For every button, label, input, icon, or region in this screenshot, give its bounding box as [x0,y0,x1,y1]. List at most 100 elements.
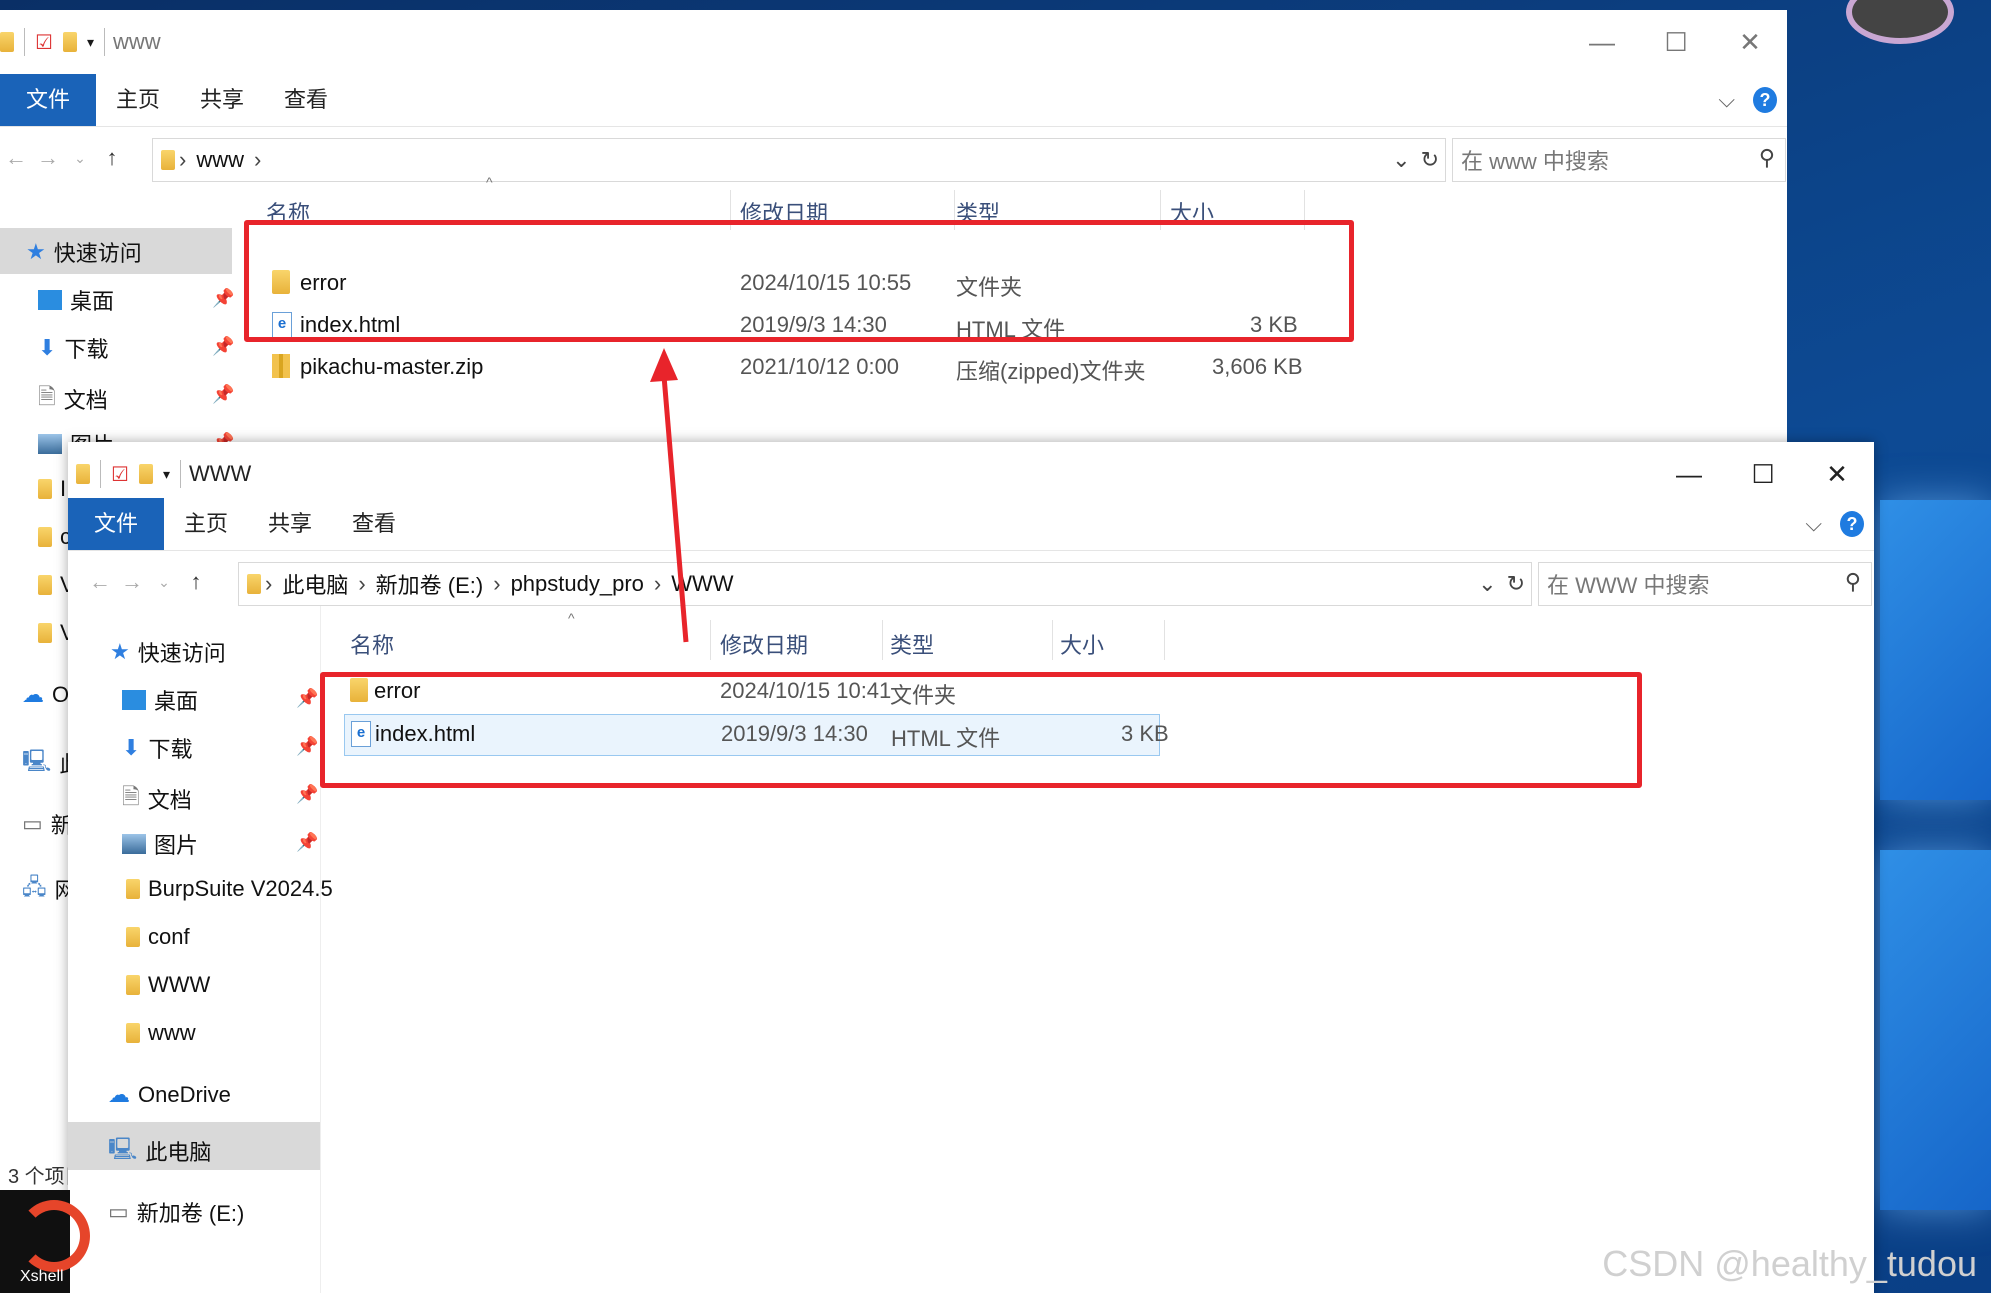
tab-view[interactable]: 查看 [264,74,348,126]
close-button[interactable]: ✕ [1800,442,1874,506]
help-icon[interactable]: ? [1840,511,1864,537]
pin-icon[interactable]: 📌 [212,336,234,357]
sidebar-label: 新加卷 (E:) [136,1201,245,1226]
expand-ribbon-icon[interactable]: ⌵ [1718,87,1735,113]
breadcrumb-item[interactable]: www [196,147,244,173]
sidebar-item-onedrive[interactable]: ☁ O [22,682,69,708]
breadcrumb-item[interactable]: 新加卷 (E:) [376,568,484,600]
customize-toolbar-icon[interactable]: ▾ [163,466,170,483]
address-dropdown-icon[interactable]: ⌄ [1478,571,1496,597]
pin-icon[interactable]: 📌 [296,832,318,853]
sidebar-item-desktop[interactable]: 桌面 [38,284,114,316]
address-bar[interactable]: › 此电脑 › 新加卷 (E:) › phpstudy_pro › WWW ⌄ ↻ [238,562,1532,606]
sidebar-item-onedrive[interactable]: ☁ OneDrive [108,1082,231,1108]
minimize-button[interactable]: — [1565,10,1639,74]
document-icon: 🗎 [122,784,140,809]
up-icon[interactable]: ↑ [180,569,212,595]
computer-icon: 🖳 [108,1136,138,1161]
tab-view[interactable]: 查看 [332,498,416,550]
pin-icon[interactable]: 📌 [296,736,318,757]
forward-icon[interactable]: → [32,145,64,171]
tab-home[interactable]: 主页 [164,498,248,550]
recent-locations-icon[interactable]: ⌄ [64,150,96,167]
tab-file[interactable]: 文件 [0,74,97,126]
search-icon[interactable]: ⚲ [1759,145,1775,171]
search-icon[interactable]: ⚲ [1845,569,1861,595]
expand-ribbon-icon[interactable]: ⌵ [1805,511,1822,537]
new-folder-icon[interactable] [138,464,153,484]
sidebar-item-documents[interactable]: 🗎 文档 [122,780,192,818]
tab-share[interactable]: 共享 [248,498,332,550]
sidebar-item-desktop[interactable]: 桌面 [122,684,198,716]
sidebar-label: 此电脑 [145,1140,212,1165]
xshell-taskbar-app[interactable]: Xshell [0,1190,90,1293]
zip-folder-icon [272,354,290,378]
column-header-type[interactable]: 类型 [890,628,934,660]
sidebar-item-truncated[interactable]: I [38,476,66,502]
back-icon[interactable]: ← [0,145,32,171]
divider [100,460,101,488]
app-icon[interactable] [1846,0,1954,44]
back-icon[interactable]: ← [84,569,116,595]
sidebar-item-www-lower[interactable]: www [126,1020,196,1046]
properties-icon[interactable]: ☑ [35,30,53,55]
sidebar-item-conf[interactable]: conf [126,924,190,950]
sidebar-item-pictures[interactable]: 图片 [122,828,198,860]
sidebar-quick-access[interactable]: ★ 快速访问 [26,236,142,268]
sidebar-item-documents[interactable]: 🗎 文档 [38,380,108,418]
new-folder-icon[interactable] [62,32,77,52]
breadcrumb-item[interactable]: 此电脑 [282,568,348,600]
tab-share[interactable]: 共享 [180,74,264,126]
minimize-button[interactable]: — [1652,442,1726,506]
sidebar-item-drive[interactable]: ▭ 新加卷 (E:) [108,1196,244,1228]
properties-icon[interactable]: ☑ [111,462,129,487]
sidebar-item-truncated[interactable]: c [38,524,71,550]
sort-ascending-icon[interactable]: ^ [568,610,575,626]
sidebar-item-downloads[interactable]: ⬇ 下载 [38,332,108,364]
maximize-button[interactable]: ☐ [1639,10,1713,74]
list-item[interactable]: pikachu-master.zip 2021/10/12 0:00 压缩(zi… [238,348,1338,388]
pin-icon[interactable]: 📌 [296,688,318,709]
address-dropdown-icon[interactable]: ⌄ [1392,147,1410,173]
pin-icon[interactable]: 📌 [296,784,318,805]
recent-locations-icon[interactable]: ⌄ [148,574,180,591]
folder-icon [38,479,52,499]
address-bar[interactable]: › www › ⌄ ↻ [152,138,1446,182]
pin-icon[interactable]: 📌 [212,384,234,405]
breadcrumb-item[interactable]: phpstudy_pro [511,571,644,597]
search-input[interactable]: 在 www 中搜索 ⚲ [1452,138,1786,182]
xshell-icon [18,1200,90,1272]
sidebar-item-downloads[interactable]: ⬇ 下载 [122,732,192,764]
folder-icon [126,1023,140,1043]
tab-file[interactable]: 文件 [68,498,165,550]
search-input[interactable]: 在 WWW 中搜索 ⚲ [1538,562,1872,606]
pin-icon[interactable]: 📌 [212,288,234,309]
tab-home[interactable]: 主页 [96,74,180,126]
desktop-icon [38,290,62,310]
column-header-name[interactable]: 名称 [350,628,394,660]
refresh-icon[interactable]: ↻ [1421,147,1439,173]
sidebar-item-burpsuite[interactable]: BurpSuite V2024.5 [126,876,333,902]
column-header-date[interactable]: 修改日期 [720,628,808,660]
title-bar: ☑ ▾ www — ☐ ✕ [0,10,1787,74]
star-icon: ★ [26,239,46,264]
column-header-size[interactable]: 大小 [1060,628,1104,660]
close-button[interactable]: ✕ [1713,10,1787,74]
help-icon[interactable]: ? [1753,87,1777,113]
navigation-bar: ← → ⌄ ↑ › www › ⌄ ↻ 在 www 中搜索 ⚲ [0,134,1787,182]
customize-toolbar-icon[interactable]: ▾ [87,34,94,51]
up-icon[interactable]: ↑ [96,145,128,171]
breadcrumb-item[interactable]: WWW [671,571,733,597]
folder-icon [38,575,52,595]
file-name: pikachu-master.zip [300,354,484,379]
sidebar-item-drive[interactable]: ▭ 新 [22,808,73,840]
sidebar-quick-access[interactable]: ★ 快速访问 [110,636,226,668]
sidebar-item-this-pc[interactable]: 🖳 此电脑 [108,1132,211,1170]
sidebar-item-www-upper[interactable]: WWW [126,972,210,998]
taskbar-app-label: Xshell [20,1268,64,1285]
maximize-button[interactable]: ☐ [1726,442,1800,506]
refresh-icon[interactable]: ↻ [1507,571,1525,597]
sort-ascending-icon[interactable]: ^ [486,174,493,190]
folder-icon [38,623,52,643]
forward-icon[interactable]: → [116,569,148,595]
